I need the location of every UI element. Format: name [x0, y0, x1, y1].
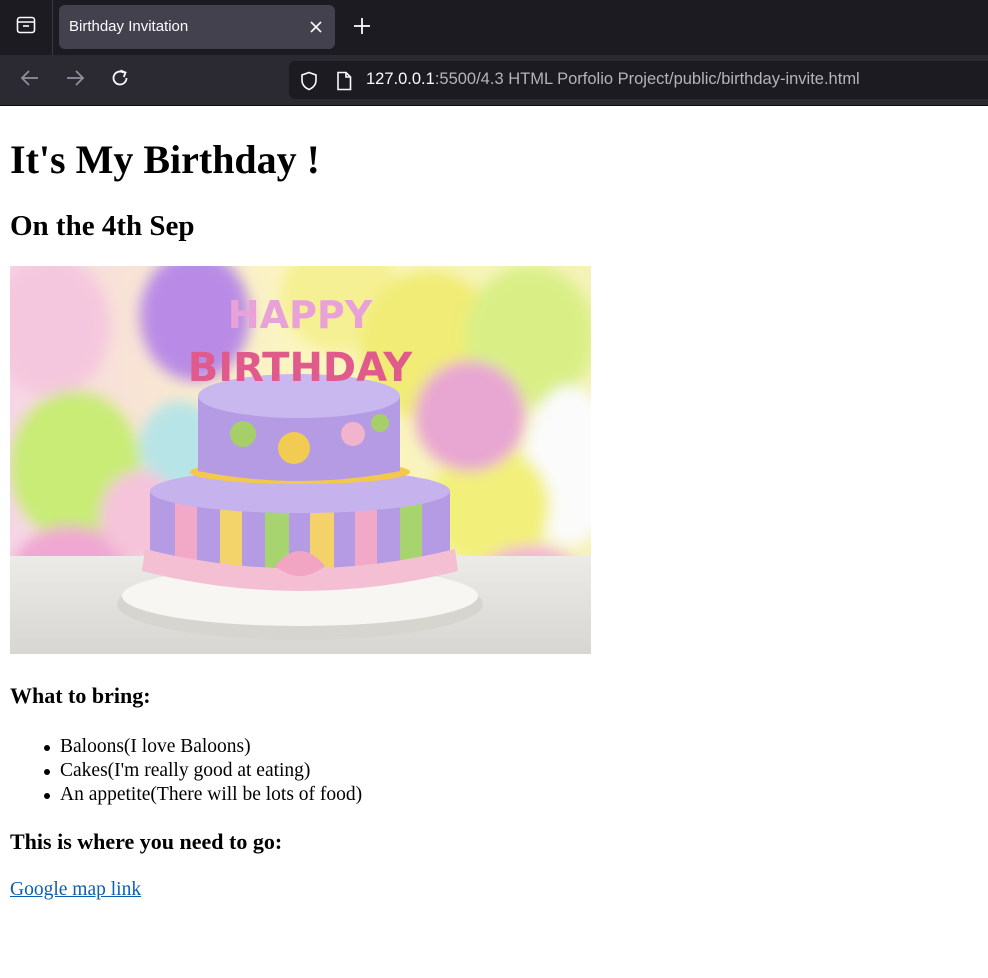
tab-overview-button[interactable]	[0, 0, 53, 55]
forward-arrow-icon	[65, 69, 85, 92]
page-content: It's My Birthday ! On the 4th Sep HAPPY …	[0, 106, 988, 978]
forward-button[interactable]	[61, 66, 89, 94]
list-item: Baloons(I love Baloons)	[44, 735, 362, 759]
navigation-toolbar: 127.0.0.1:5500/4.3 HTML Porfolio Project…	[0, 55, 988, 106]
page-icon[interactable]	[334, 71, 354, 91]
reload-icon	[110, 68, 130, 93]
bring-heading: What to bring:	[10, 683, 151, 708]
shield-icon[interactable]	[299, 71, 319, 91]
url-text[interactable]: 127.0.0.1:5500/4.3 HTML Porfolio Project…	[366, 70, 860, 89]
cake-lettering-bottom: BIRTHDAY	[188, 345, 413, 391]
list-item: Cakes(I'm really good at eating)	[44, 759, 362, 783]
list-item-text: Cakes(I'm really good at eating)	[60, 760, 311, 781]
back-arrow-icon	[20, 69, 40, 92]
bullet-icon	[44, 769, 50, 775]
tab-title: Birthday Invitation	[69, 18, 189, 35]
back-button[interactable]	[16, 66, 44, 94]
address-bar[interactable]: 127.0.0.1:5500/4.3 HTML Porfolio Project…	[289, 61, 988, 99]
new-tab-button[interactable]	[347, 13, 377, 43]
reload-button[interactable]	[106, 66, 134, 94]
url-path: :5500/4.3 HTML Porfolio Project/public/b…	[434, 70, 860, 88]
google-map-link[interactable]: Google map link	[10, 879, 141, 901]
go-heading: This is where you need to go:	[10, 829, 283, 854]
close-icon[interactable]	[307, 18, 325, 36]
tab-bar: Birthday Invitation	[0, 0, 988, 55]
url-host: 127.0.0.1	[366, 70, 435, 88]
date-heading: On the 4th Sep	[10, 210, 195, 242]
tab-overview-icon	[16, 16, 36, 39]
tab-birthday-invitation[interactable]: Birthday Invitation	[59, 5, 335, 49]
list-item-text: Baloons(I love Baloons)	[60, 736, 251, 757]
birthday-cake-image: HAPPY BIRTHDAY	[10, 266, 591, 654]
list-item-text: An appetite(There will be lots of food)	[60, 784, 363, 805]
bring-list: Baloons(I love Baloons) Cakes(I'm really…	[44, 735, 363, 807]
bullet-icon	[44, 745, 50, 751]
cake-lettering-top: HAPPY	[228, 293, 373, 337]
bullet-icon	[44, 793, 50, 799]
page-title: It's My Birthday !	[10, 137, 320, 182]
list-item: An appetite(There will be lots of food)	[44, 783, 363, 807]
plus-icon	[353, 17, 371, 40]
